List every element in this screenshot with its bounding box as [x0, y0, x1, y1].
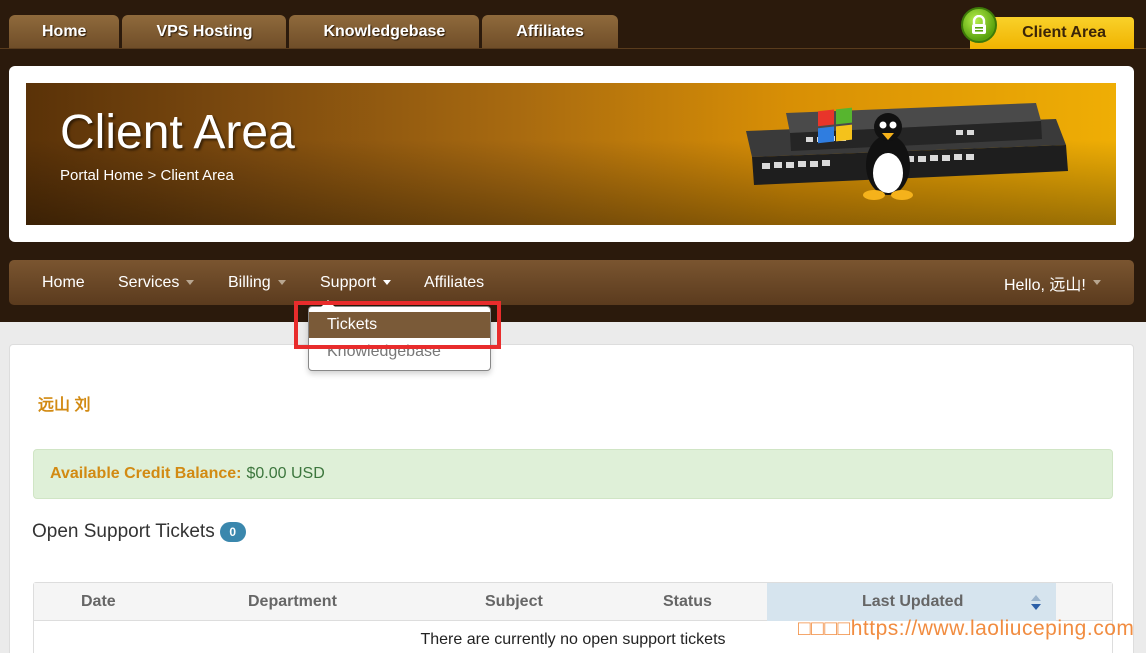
nav-services[interactable]: Services [118, 260, 195, 305]
client-area-panel: 远山 刘 Available Credit Balance: $0.00 USD… [9, 344, 1134, 653]
lock-icon[interactable] [961, 7, 997, 43]
main-nav: Home Services Billing Support Affiliates… [9, 260, 1134, 305]
nav-support-label: Support [320, 273, 377, 291]
top-nav-knowledgebase[interactable]: Knowledgebase [289, 15, 480, 49]
table-header: Date Department Subject Status Last Upda… [34, 583, 1112, 621]
column-header-last-updated[interactable]: Last Updated [862, 583, 963, 621]
breadcrumb-separator: > [147, 167, 157, 184]
top-nav: Home VPS Hosting Knowledgebase Affiliate… [9, 15, 618, 49]
user-menu[interactable]: Hello, 远山! [1004, 260, 1101, 305]
chevron-down-icon [383, 280, 392, 285]
nav-affiliates[interactable]: Affiliates [424, 260, 484, 305]
column-header-department[interactable]: Department [248, 583, 337, 621]
page-title: Client Area [60, 106, 295, 159]
top-nav-vps-hosting[interactable]: VPS Hosting [122, 15, 287, 49]
nav-billing[interactable]: Billing [228, 260, 286, 305]
sort-icon[interactable] [1030, 594, 1042, 612]
annotation-highlight-box [294, 301, 501, 349]
watermark-text: □□□□https://www.laoliuceping.com [798, 617, 1135, 640]
nav-home-label: Home [42, 273, 85, 291]
breadcrumb-current: Client Area [160, 167, 234, 184]
credit-balance-alert: Available Credit Balance: $0.00 USD [33, 449, 1113, 499]
credit-balance-label: Available Credit Balance: [50, 465, 242, 482]
open-tickets-title: Open Support Tickets [32, 521, 215, 542]
nav-affiliates-label: Affiliates [424, 273, 485, 291]
chevron-down-icon [277, 280, 286, 285]
account-holder-name: 远山 刘 [38, 397, 91, 414]
nav-support[interactable]: Support [320, 260, 392, 305]
credit-balance-value: $0.00 USD [246, 465, 325, 482]
hero-frame: Client Area Portal Home > Client Area [9, 66, 1134, 242]
nav-billing-label: Billing [228, 273, 271, 291]
nav-home[interactable]: Home [42, 260, 85, 305]
top-nav-home[interactable]: Home [9, 15, 120, 49]
breadcrumb: Portal Home > Client Area [60, 167, 234, 184]
column-header-subject[interactable]: Subject [485, 583, 543, 621]
nav-services-label: Services [118, 273, 180, 291]
hero-banner: Client Area Portal Home > Client Area [26, 83, 1116, 225]
column-header-status[interactable]: Status [663, 583, 712, 621]
top-nav-affiliates[interactable]: Affiliates [482, 15, 618, 49]
chevron-down-icon [186, 280, 195, 285]
breadcrumb-portal-home[interactable]: Portal Home [60, 167, 143, 184]
server-switch-illustration [746, 103, 1068, 200]
ticket-count-badge: 0 [219, 522, 246, 542]
column-header-date[interactable]: Date [81, 583, 116, 621]
user-greeting: Hello, 远山! [1004, 276, 1086, 294]
chevron-down-icon [1092, 280, 1101, 285]
open-tickets-heading: Open Support Tickets 0 [32, 521, 246, 543]
